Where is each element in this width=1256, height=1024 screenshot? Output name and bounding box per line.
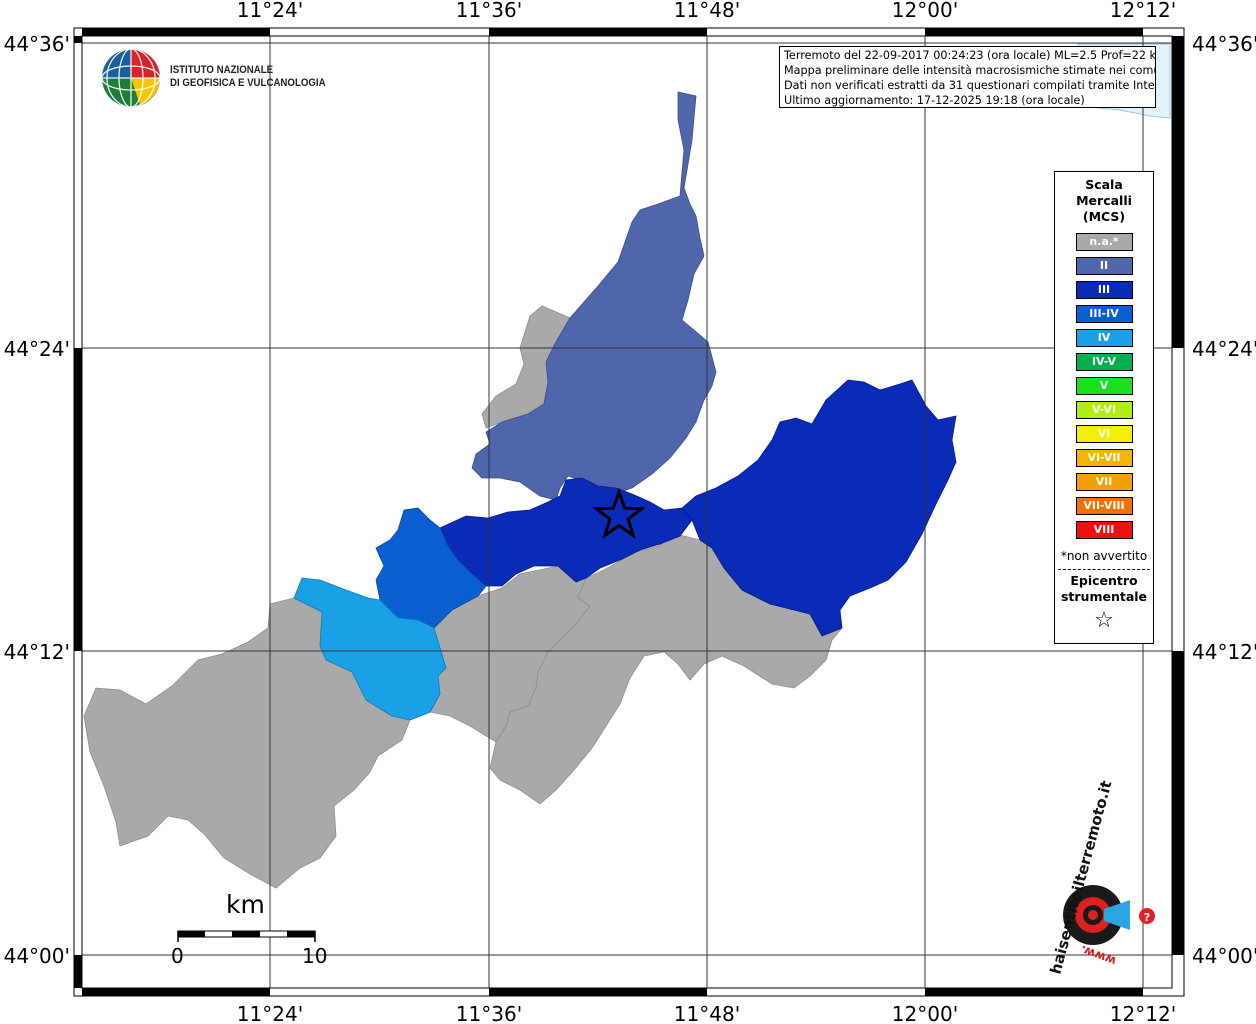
legend-divider (1058, 569, 1150, 570)
legend-item: VI (1075, 425, 1133, 443)
legend-item: III-IV (1075, 305, 1133, 323)
lat-label: 44°24' (1192, 337, 1256, 361)
scale-unit: km (226, 890, 265, 919)
legend-item: VII (1075, 473, 1133, 491)
lon-label: 12°12' (1110, 1002, 1176, 1024)
watermark-text: haisentitoilterremoto.it (1046, 779, 1115, 976)
lon-label: 12°00' (892, 1002, 958, 1024)
legend-item: VII-VIII (1075, 497, 1133, 515)
ingv-logo-text: ISTITUTO NAZIONALE DI GEOFISICA E VULCAN… (170, 64, 326, 90)
longitude-labels-bottom: 11°24' 11°36' 11°48' 12°00' 12°12' (237, 1002, 1176, 1024)
region-intensity-II (471, 91, 717, 501)
lon-label: 11°36' (456, 1002, 522, 1024)
lat-label: 44°12' (1192, 640, 1256, 664)
legend-item: III (1075, 281, 1133, 299)
intensity-legend: Scala Mercalli (MCS) n.a.* II III III-IV IV I… (1054, 171, 1154, 644)
ingv-logo-icon (101, 48, 161, 108)
legend-title-line: Scala (1085, 177, 1123, 192)
legend-note: *non avvertito (1060, 549, 1148, 563)
event-info-line: Dati non verificati estratti da 31 quest… (784, 79, 1156, 92)
legend-items: n.a.* II III III-IV IV IV-V V V-VI VI VI-VII VII VI… (1055, 233, 1153, 539)
scale-start: 0 (171, 944, 184, 968)
lon-label: 11°48' (674, 1002, 740, 1024)
legend-item: VIII (1075, 521, 1133, 539)
lon-label: 11°24' (237, 1002, 303, 1024)
latitude-labels-left: 44°36' 44°24' 44°12' 44°00' (4, 32, 70, 968)
legend-title: Scala Mercalli (MCS) (1055, 177, 1153, 225)
event-info-line: Terremoto del 22-09-2017 00:24:23 (ora l… (784, 49, 1156, 62)
legend-star-icon: ☆ (1094, 608, 1114, 633)
legend-item: IV (1075, 329, 1133, 347)
legend-item: V (1075, 377, 1133, 395)
lon-label: 12°12' (1110, 0, 1176, 22)
legend-item: IV-V (1075, 353, 1133, 371)
svg-text:?: ? (1144, 911, 1150, 924)
longitude-labels-top: 11°24' 11°36' 11°48' 12°00' 12°12' (237, 0, 1176, 22)
lat-label: 44°00' (1192, 944, 1256, 968)
lon-label: 11°48' (674, 0, 740, 22)
lon-label: 11°36' (456, 0, 522, 22)
lat-label: 44°36' (4, 32, 70, 56)
lon-label: 11°24' (237, 0, 303, 22)
legend-item: II (1075, 257, 1133, 275)
legend-item: n.a.* (1075, 233, 1133, 251)
legend-item: VI-VII (1075, 449, 1133, 467)
lat-label: 44°12' (4, 640, 70, 664)
legend-epicenter-line: Epicentro (1070, 573, 1138, 588)
ingv-name-line2: DI GEOFISICA E VULCANOLOGIA (170, 77, 326, 89)
lat-label: 44°24' (4, 337, 70, 361)
watermark-url: www. (1078, 943, 1118, 969)
scale-bar (177, 930, 316, 942)
event-info-line: Mappa preliminare delle intensità macros… (784, 64, 1156, 77)
lat-label: 44°36' (1192, 32, 1256, 56)
event-info-line: Ultimo aggiornamento: 17-12-2025 19:18 (… (784, 94, 1085, 107)
ingv-name-line1: ISTITUTO NAZIONALE (170, 64, 274, 76)
lat-label: 44°00' (4, 944, 70, 968)
legend-title-line: (MCS) (1082, 209, 1126, 224)
event-info-box: Terremoto del 22-09-2017 00:24:23 (ora l… (779, 46, 1156, 108)
lon-label: 12°00' (892, 0, 958, 22)
legend-item: V-VI (1075, 401, 1133, 419)
latitude-labels-right: 44°36' 44°24' 44°12' 44°00' (1192, 32, 1256, 968)
legend-epicenter-line: strumentale (1060, 589, 1148, 604)
scale-end: 10 (302, 944, 328, 968)
legend-title-line: Mercalli (1076, 193, 1132, 208)
legend-epicenter-label: Epicentro strumentale (1055, 573, 1153, 605)
